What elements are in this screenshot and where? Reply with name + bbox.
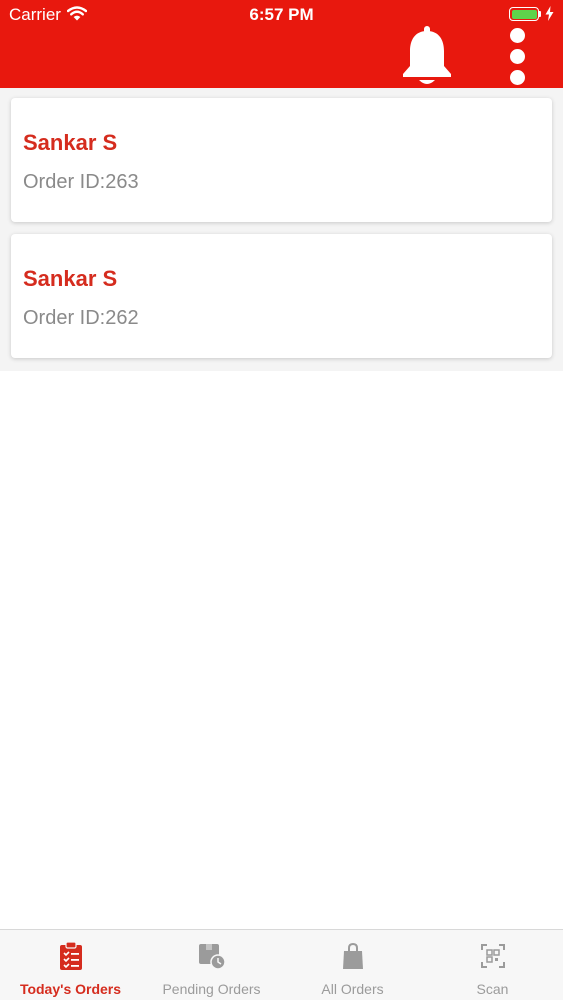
more-vertical-icon[interactable] [503,26,531,88]
order-id: Order ID:263 [23,171,139,193]
status-time: 6:57 PM [249,5,314,24]
customer-name: Sankar S [23,130,118,155]
order-card[interactable]: Sankar S Order ID:263 [11,98,552,222]
battery-icon [509,7,539,21]
tab-label: All Orders [321,981,384,997]
more-dot-icon [510,49,525,64]
battery-tip [539,11,541,17]
orders-list: Sankar S Order ID:263 Sankar S Order ID:… [0,88,563,371]
tab-label: Pending Orders [162,981,261,997]
app-header: Carrier 6:57 PM [0,0,563,88]
tab-label: Today's Orders [19,981,122,997]
box-clock-icon [199,942,226,970]
bell-icon[interactable] [399,24,455,91]
tab-pending-orders[interactable]: Pending Orders [141,930,282,1000]
tab-all-orders[interactable]: All Orders [282,930,423,1000]
customer-name: Sankar S [23,266,118,291]
tab-todays-orders[interactable]: Today's Orders [0,930,141,1000]
more-dot-icon [510,70,525,85]
tab-label: Scan [476,981,509,997]
battery-level [511,9,537,19]
status-bar: Carrier 6:57 PM [0,0,563,30]
more-dot-icon [510,28,525,43]
bottom-tab-bar: Today's Orders Pending Orders All Orders [0,929,563,1000]
tab-scan[interactable]: Scan [422,930,563,1000]
order-id: Order ID:262 [23,307,139,329]
shopping-bag-icon [340,942,366,970]
order-card[interactable]: Sankar S Order ID:262 [11,234,552,358]
charging-bolt-icon [545,6,554,26]
clipboard-checklist-icon [58,941,84,970]
qr-scan-icon [480,942,506,970]
